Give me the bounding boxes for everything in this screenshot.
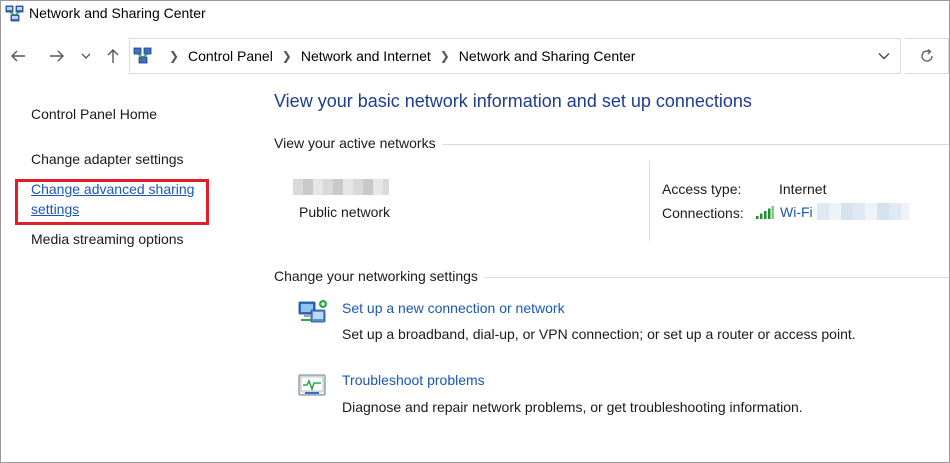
breadcrumb-network-and-internet[interactable]: Network and Internet [301, 48, 431, 64]
chevron-down-icon [878, 53, 890, 60]
address-bar[interactable]: ❯ Control Panel ❯ Network and Internet ❯… [129, 38, 901, 74]
active-networks-heading: View your active networks [274, 135, 442, 151]
wifi-connection-link[interactable]: Wi-Fi [780, 204, 813, 220]
breadcrumb-separator-icon[interactable]: ❯ [273, 49, 301, 63]
change-settings-heading: Change your networking settings [274, 268, 484, 284]
breadcrumb-network-and-sharing-center[interactable]: Network and Sharing Center [459, 48, 636, 64]
troubleshoot-problems-description: Diagnose and repair network problems, or… [342, 399, 803, 415]
control-panel-icon [133, 47, 152, 64]
troubleshoot-problems-link[interactable]: Troubleshoot problems [342, 372, 485, 388]
redacted-network-name [293, 179, 389, 195]
back-arrow-icon [11, 50, 25, 62]
setup-new-connection-description: Set up a broadband, dial-up, or VPN conn… [342, 326, 856, 342]
access-type-value: Internet [779, 181, 827, 197]
recent-locations-button[interactable] [76, 44, 96, 68]
sidebar-item-control-panel-home[interactable]: Control Panel Home [31, 104, 157, 124]
breadcrumb-control-panel[interactable]: Control Panel [188, 48, 273, 64]
redacted-ssid [817, 203, 909, 220]
vertical-divider [649, 161, 650, 241]
navigation-bar: ❯ Control Panel ❯ Network and Internet ❯… [1, 38, 949, 75]
wifi-signal-icon [756, 206, 774, 219]
connections-label: Connections: [662, 205, 744, 221]
troubleshoot-icon [298, 374, 326, 396]
address-history-button[interactable] [868, 39, 900, 73]
network-category-link[interactable]: Public network [299, 204, 390, 220]
forward-button[interactable] [45, 44, 69, 68]
back-button[interactable] [6, 44, 30, 68]
chevron-down-icon [81, 53, 91, 59]
breadcrumb: ❯ Control Panel ❯ Network and Internet ❯… [160, 39, 635, 73]
title-bar: Network and Sharing Center [1, 1, 949, 27]
tasks-pane [1, 85, 251, 463]
sidebar-item-change-adapter-settings[interactable]: Change adapter settings [31, 149, 184, 169]
up-arrow-icon [107, 49, 119, 63]
access-type-label: Access type: [662, 181, 742, 197]
network-sharing-center-window: Network and Sharing Center ❯ Control Pan… [0, 0, 950, 463]
forward-arrow-icon [50, 50, 64, 62]
window-title: Network and Sharing Center [29, 5, 206, 21]
refresh-icon [920, 48, 933, 62]
breadcrumb-separator-icon[interactable]: ❯ [160, 49, 188, 63]
refresh-button[interactable] [905, 38, 949, 74]
new-connection-icon [298, 300, 327, 323]
highlight-box [15, 179, 209, 225]
breadcrumb-separator-icon[interactable]: ❯ [431, 49, 459, 63]
page-title: View your basic network information and … [274, 91, 752, 111]
sidebar-item-media-streaming-options[interactable]: Media streaming options [31, 229, 184, 249]
setup-new-connection-link[interactable]: Set up a new connection or network [342, 300, 565, 316]
up-button[interactable] [101, 44, 125, 68]
network-center-icon [5, 5, 24, 22]
